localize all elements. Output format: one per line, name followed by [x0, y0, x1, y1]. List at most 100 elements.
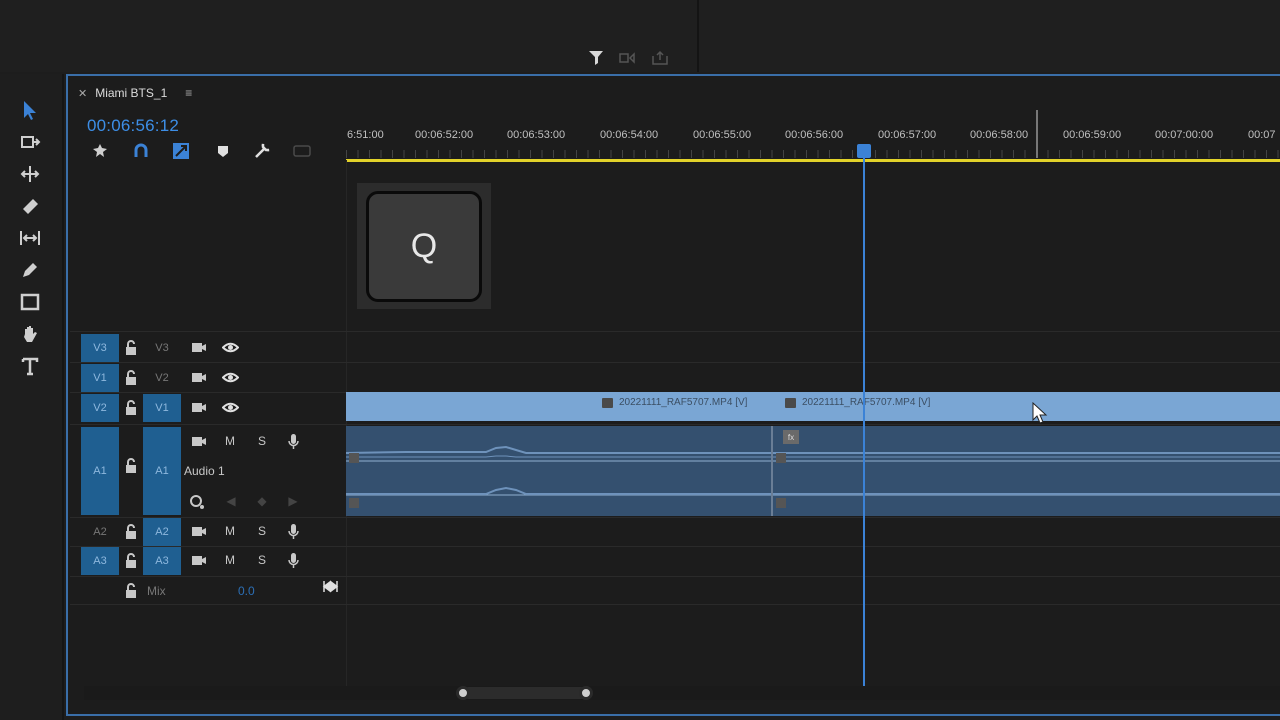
slip-icon[interactable] — [16, 224, 44, 252]
next-keyframe-icon[interactable]: ▶ — [284, 492, 302, 510]
insert-icon[interactable] — [618, 50, 636, 66]
nest-icon[interactable] — [90, 141, 110, 161]
sequence-tab[interactable]: ✕ Miami BTS_1 ≡ — [78, 84, 192, 102]
ruler-tick-label: 00:06:53:00 — [507, 129, 566, 141]
prev-keyframe-icon[interactable]: ◀ — [222, 492, 240, 510]
solo-button[interactable]: S — [253, 551, 271, 569]
ripple-edit-icon[interactable] — [16, 160, 44, 188]
source-patch-a2[interactable]: A2 — [81, 518, 119, 546]
target-patch-a3[interactable]: A3 — [143, 547, 181, 575]
work-area-bar[interactable] — [346, 159, 1280, 162]
source-patch-a1[interactable]: A1 — [81, 427, 119, 515]
target-patch-a2[interactable]: A2 — [143, 518, 181, 546]
track-name-a1[interactable]: Audio 1 — [184, 464, 225, 478]
target-patch-v2[interactable]: V2 — [143, 364, 181, 392]
sync-lock-icon[interactable] — [189, 432, 207, 450]
captions-icon[interactable] — [292, 141, 312, 161]
horizontal-scrollbar[interactable] — [84, 686, 1280, 700]
sync-lock-icon[interactable] — [189, 398, 207, 416]
program-panel — [0, 0, 1280, 72]
lock-icon[interactable] — [122, 456, 140, 474]
sync-lock-icon[interactable] — [189, 368, 207, 386]
source-patch-a3[interactable]: A3 — [81, 547, 119, 575]
mute-button[interactable]: M — [221, 522, 239, 540]
ruler-tick-label: 00:06:54:00 — [600, 129, 659, 141]
ruler-tick-label: 00:06:56:00 — [785, 129, 844, 141]
lock-icon[interactable] — [122, 398, 140, 416]
sync-lock-icon[interactable] — [189, 338, 207, 356]
clip-label: 20221111_RAF5707.MP4 [V] — [602, 397, 747, 408]
audio-clip[interactable] — [346, 426, 1280, 516]
filter-icon[interactable] — [588, 50, 606, 66]
playhead[interactable] — [863, 155, 865, 687]
microphone-icon[interactable] — [284, 522, 302, 540]
linked-selection-icon[interactable] — [171, 141, 191, 161]
ruler-tick-label: 00:06:57:00 — [878, 129, 937, 141]
clip-label: 20221111_RAF5707.MP4 [V] — [785, 397, 930, 408]
lock-icon[interactable] — [122, 338, 140, 356]
add-marker-icon[interactable] — [213, 141, 233, 161]
track-divider — [70, 424, 1280, 425]
fx-badge-icon — [602, 397, 613, 408]
pen-icon[interactable] — [16, 256, 44, 284]
timeline-settings-icon[interactable] — [252, 141, 272, 161]
scrollbar-thumb[interactable] — [463, 687, 587, 699]
hand-icon[interactable] — [16, 320, 44, 348]
close-icon[interactable]: ✕ — [78, 87, 87, 100]
selection-tool-icon[interactable] — [16, 96, 44, 124]
mute-button[interactable]: M — [221, 551, 239, 569]
ruler-ticks — [346, 150, 1280, 158]
playhead-handle[interactable] — [857, 144, 871, 158]
track-divider — [70, 517, 1280, 518]
track-divider — [70, 331, 1280, 332]
microphone-icon[interactable] — [284, 432, 302, 450]
target-patch-v1[interactable]: V1 — [143, 394, 181, 422]
lock-icon[interactable] — [122, 551, 140, 569]
lock-icon[interactable] — [122, 581, 140, 599]
eye-icon[interactable] — [221, 398, 239, 416]
microphone-icon[interactable] — [284, 551, 302, 569]
mix-toggle-icon[interactable] — [321, 577, 339, 595]
sync-lock-icon[interactable] — [189, 522, 207, 540]
playhead-timecode[interactable]: 00:06:56:12 — [87, 116, 179, 136]
eye-icon[interactable] — [221, 368, 239, 386]
eye-icon[interactable] — [221, 338, 239, 356]
sync-lock-icon[interactable] — [189, 551, 207, 569]
source-patch-v1[interactable]: V2 — [81, 394, 119, 422]
edit-point[interactable] — [771, 426, 773, 516]
scroll-handle-right[interactable] — [579, 686, 593, 700]
scroll-handle-left[interactable] — [456, 686, 470, 700]
keyframe-icon[interactable] — [187, 492, 205, 510]
ruler-tick-label: 00:07 — [1248, 129, 1276, 141]
track-divider — [70, 362, 1280, 363]
type-icon[interactable] — [16, 352, 44, 380]
clip-name: 20221111_RAF5707.MP4 [V] — [802, 397, 931, 408]
clip-name: 20221111_RAF5707.MP4 [V] — [619, 397, 748, 408]
fx-badge: fx — [783, 430, 799, 444]
add-keyframe-icon[interactable]: ◆ — [253, 492, 271, 510]
target-patch-v3[interactable]: V3 — [143, 334, 181, 362]
ruler-tick-label: 00:06:52:00 — [415, 129, 474, 141]
ruler-tick-label: 00:06:58:00 — [970, 129, 1029, 141]
ruler-tick-label: 00:06:55:00 — [693, 129, 752, 141]
sequence-tab-label: Miami BTS_1 — [95, 86, 168, 100]
header-divider — [346, 160, 347, 686]
source-patch-v2[interactable]: V1 — [81, 364, 119, 392]
mute-button[interactable]: M — [221, 432, 239, 450]
panel-menu-icon[interactable]: ≡ — [185, 86, 192, 100]
solo-button[interactable]: S — [253, 432, 271, 450]
razor-icon[interactable] — [16, 192, 44, 220]
target-patch-a1[interactable]: A1 — [143, 427, 181, 515]
export-frame-icon[interactable] — [651, 50, 669, 66]
mix-volume-value[interactable]: 0.0 — [238, 584, 255, 598]
source-patch-v3[interactable]: V3 — [81, 334, 119, 362]
snap-icon[interactable] — [131, 141, 151, 161]
lock-icon[interactable] — [122, 522, 140, 540]
solo-button[interactable]: S — [253, 522, 271, 540]
mix-track-label: Mix — [147, 584, 166, 598]
track-select-icon[interactable] — [16, 128, 44, 156]
rectangle-icon[interactable] — [16, 288, 44, 316]
time-ruler[interactable]: 6:51:00 00:06:52:00 00:06:53:00 00:06:54… — [346, 124, 1280, 164]
lock-icon[interactable] — [122, 368, 140, 386]
ruler-tick-label: 00:06:59:00 — [1063, 129, 1122, 141]
